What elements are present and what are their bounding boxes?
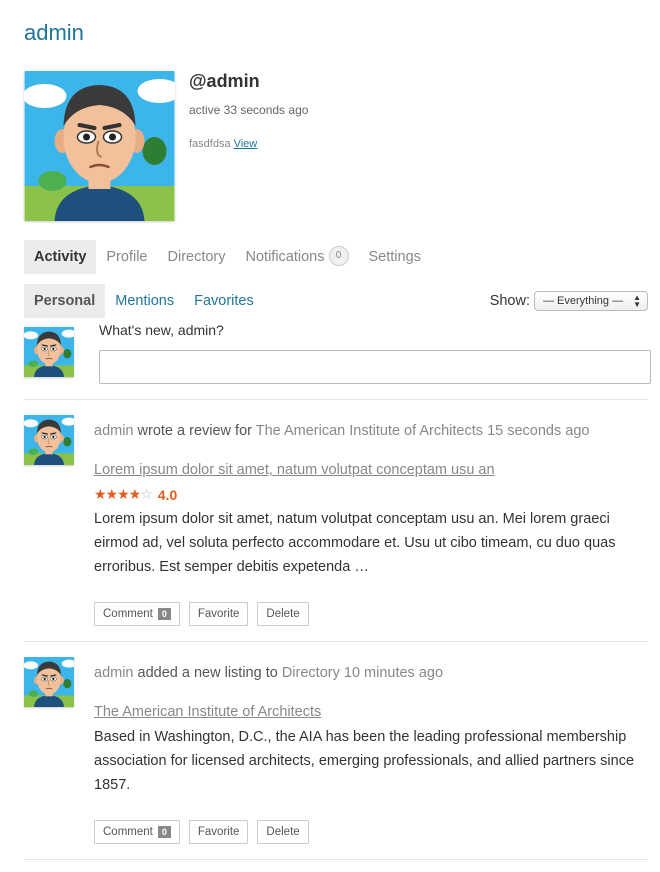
filter-select[interactable]: — Everything — ▲ ▼ xyxy=(534,291,648,311)
main-nav: Activity Profile Directory Notifications… xyxy=(24,240,431,274)
divider xyxy=(24,641,648,642)
rating-stars-icon: ★★★★☆ xyxy=(94,486,153,502)
post-form-prompt: What's new, admin? xyxy=(99,322,224,338)
comment-button-label: Comment xyxy=(103,826,153,838)
comment-count: 0 xyxy=(157,608,171,620)
whats-new-input[interactable] xyxy=(99,350,651,384)
activity-avatar[interactable] xyxy=(24,415,74,465)
activity-action: wrote a review for xyxy=(137,423,252,439)
comment-button-label: Comment xyxy=(103,608,153,620)
activity-user-link[interactable]: admin xyxy=(94,665,134,681)
delete-button[interactable]: Delete xyxy=(257,602,309,626)
page-title: admin xyxy=(24,20,84,45)
divider xyxy=(24,859,648,860)
user-handle: @admin xyxy=(189,71,260,91)
subtab-personal[interactable]: Personal xyxy=(24,284,106,318)
filter-label: Show: xyxy=(489,293,530,309)
activity-body: Lorem ipsum dolor sit amet, natum volutp… xyxy=(94,511,616,575)
view-link[interactable]: View xyxy=(234,138,258,150)
tab-notifications[interactable]: Notifications 0 xyxy=(236,240,359,274)
divider xyxy=(24,399,648,400)
tab-activity[interactable]: Activity xyxy=(24,240,97,274)
activity-target-link[interactable]: The American Institute of Architects xyxy=(256,423,483,439)
activity-user-link[interactable]: admin xyxy=(94,423,134,439)
activity-body: Based in Washington, D.C., the AIA has b… xyxy=(94,729,635,793)
review-rating: ★★★★☆ 4.0 xyxy=(94,486,177,503)
rating-value: 4.0 xyxy=(157,486,178,503)
subtab-mentions[interactable]: Mentions xyxy=(105,284,184,318)
latest-update: fasdfdsa View xyxy=(189,138,257,150)
comment-button[interactable]: Comment 0 xyxy=(94,602,180,626)
activity-header: admin added a new listing to Directory 1… xyxy=(94,665,443,681)
profile-avatar[interactable] xyxy=(24,71,175,221)
tab-notifications-label: Notifications xyxy=(245,249,325,265)
activity-actions: Comment 0 Favorite Delete xyxy=(94,602,318,626)
sub-nav: Personal Mentions Favorites xyxy=(24,284,264,318)
post-form-avatar[interactable] xyxy=(24,327,74,377)
delete-button[interactable]: Delete xyxy=(257,820,309,844)
last-active: active 33 seconds ago xyxy=(189,103,309,117)
notifications-count-badge: 0 xyxy=(328,246,349,267)
activity-header: admin wrote a review for The American In… xyxy=(94,423,589,439)
tab-profile[interactable]: Profile xyxy=(96,240,157,274)
favorite-button[interactable]: Favorite xyxy=(188,602,249,626)
activity-avatar[interactable] xyxy=(24,657,74,707)
filter-selected-value: — Everything — xyxy=(543,295,624,307)
comment-count: 0 xyxy=(157,826,171,838)
activity-time-link[interactable]: 10 minutes ago xyxy=(344,665,443,681)
activity-target-link[interactable]: Directory xyxy=(282,665,340,681)
favorite-button[interactable]: Favorite xyxy=(188,820,249,844)
tab-directory[interactable]: Directory xyxy=(158,240,236,274)
activity-time-link[interactable]: 15 seconds ago xyxy=(487,423,589,439)
review-title-link[interactable]: Lorem ipsum dolor sit amet, natum volutp… xyxy=(94,462,495,478)
tab-settings[interactable]: Settings xyxy=(359,240,431,274)
listing-title-link[interactable]: The American Institute of Architects xyxy=(94,704,321,720)
activity-filter: Show: — Everything — ▲ ▼ xyxy=(490,291,648,311)
select-arrows-icon: ▲ ▼ xyxy=(633,293,641,309)
comment-button[interactable]: Comment 0 xyxy=(94,820,180,844)
activity-actions: Comment 0 Favorite Delete xyxy=(94,820,318,844)
activity-action: added a new listing to xyxy=(137,665,278,681)
subtab-favorites[interactable]: Favorites xyxy=(184,284,264,318)
latest-update-text: fasdfdsa xyxy=(189,138,231,150)
